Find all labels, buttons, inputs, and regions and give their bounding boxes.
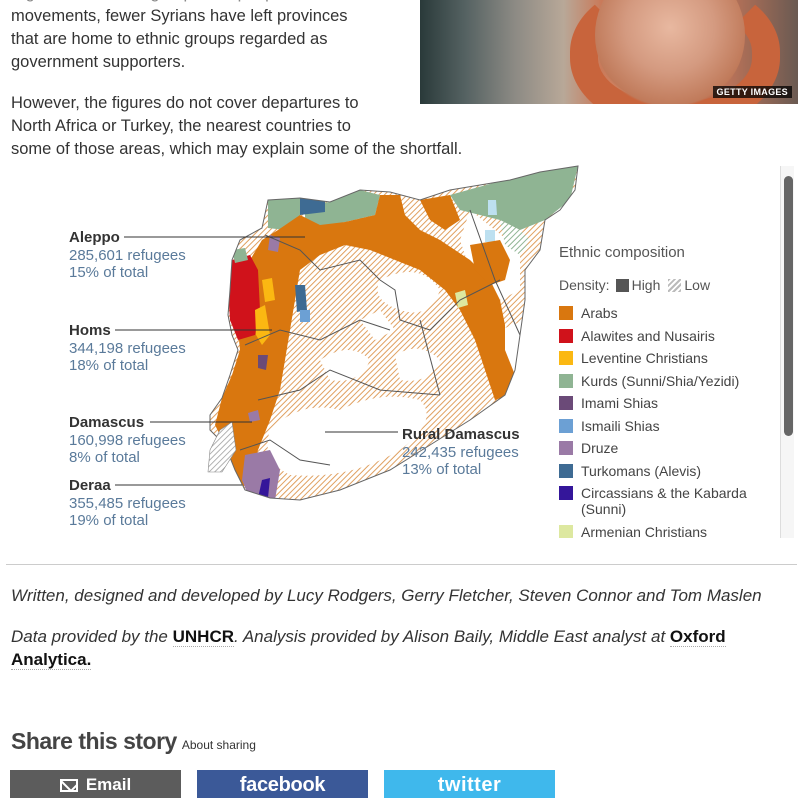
share-twitter-label: twitter [437, 773, 502, 796]
density-low-swatch [668, 278, 682, 292]
legend-title: Ethnic composition [559, 244, 685, 261]
credits-data-prefix: Data provided by the [11, 627, 173, 646]
share-facebook-button[interactable]: facebook [197, 770, 368, 798]
legend-swatch [559, 373, 573, 388]
article-line: some of those areas, which may explain s… [11, 140, 463, 158]
callout-share: 19% of total [69, 512, 149, 529]
callout-name: Homs [69, 322, 111, 339]
photo-credit: GETTY IMAGES [712, 86, 792, 98]
credits: Written, designed and developed by Lucy … [11, 584, 791, 689]
legend-swatch [559, 524, 573, 538]
map-ismaili-homs [300, 310, 310, 322]
callout-refugees: 285,601 refugees [69, 246, 186, 264]
callout-share: 18% of total [69, 357, 149, 374]
callout-aleppo: Aleppo 285,601 refugees 15% of total [69, 229, 186, 282]
share-header: Share this story About sharing [11, 728, 256, 755]
callout-name: Deraa [69, 477, 111, 494]
credits-authors: Written, designed and developed by Lucy … [11, 586, 762, 605]
legend-label: Alawites and Nusairis [581, 327, 715, 344]
divider [6, 564, 797, 565]
legend-swatch [559, 351, 573, 365]
credits-analysis-text: . Analysis provided by Alison Baily, Mid… [234, 627, 670, 646]
density-label: Density: [559, 277, 610, 293]
article-line: regions and ethnic groups and people's [11, 0, 411, 5]
credits-data: Data provided by the UNHCR. Analysis pro… [11, 625, 791, 671]
scrollbar-thumb[interactable] [784, 176, 793, 436]
callout-refugees: 355,485 refugees [69, 494, 186, 512]
callout-share: 13% of total [402, 461, 482, 478]
callout-refugees: 160,998 refugees [69, 431, 186, 449]
callout-refugees: 344,198 refugees [69, 339, 186, 357]
share-twitter-button[interactable]: twitter [384, 770, 555, 798]
map-scrollbar[interactable] [780, 166, 794, 538]
legend-label: Circassians & the Kabarda (Sunni) [581, 485, 747, 517]
envelope-icon [59, 778, 78, 792]
legend-item: Turkomans (Alevis) [559, 463, 769, 479]
legend-item: Kurds (Sunni/Shia/Yezidi) [559, 373, 769, 389]
callout-name: Rural Damascus [402, 426, 520, 443]
legend-label: Leventine Christians [581, 350, 708, 366]
legend-item: Imami Shias [559, 395, 769, 411]
legend-item: Ismaili Shias [559, 418, 769, 434]
callout-homs: Homs 344,198 refugees 18% of total [69, 322, 186, 375]
density-high-swatch [615, 278, 629, 292]
legend-swatch [559, 418, 573, 433]
density-low-label: Low [684, 277, 711, 293]
article-paragraph: regions and ethnic groups and people's m… [11, 0, 411, 74]
article-line: North Africa or Turkey, the nearest coun… [11, 117, 351, 135]
density-key: Density: High Low [559, 277, 769, 293]
ethnic-map-panel: Aleppo 285,601 refugees 15% of total Hom… [0, 160, 798, 538]
share-facebook-label: facebook [239, 773, 326, 796]
legend-label: Ismaili Shias [581, 417, 660, 434]
callout-damascus: Damascus 160,998 refugees 8% of total [69, 414, 186, 467]
article-photo: GETTY IMAGES [420, 0, 798, 104]
callout-share: 15% of total [69, 264, 149, 281]
article-line: that are home to ethnic groups regarded … [11, 30, 328, 48]
callout-share: 8% of total [69, 449, 140, 466]
legend-label: Turkomans (Alevis) [581, 462, 702, 479]
share-email-button[interactable]: Email [10, 770, 181, 798]
map-ismaili-patch [485, 230, 495, 242]
article-line: government supporters. [11, 53, 186, 71]
map-regions [210, 166, 578, 500]
legend-item: Circassians & the Kabarda (Sunni) [559, 485, 769, 517]
callout-rural-damascus: Rural Damascus 242,435 refugees 13% of t… [402, 426, 520, 479]
map-legend: Ethnic composition Density: High Low Ara… [559, 244, 769, 538]
share-title: Share this story [11, 728, 177, 754]
callout-deraa: Deraa 355,485 refugees 19% of total [69, 477, 186, 530]
legend-label: Armenian Christians [581, 523, 708, 539]
legend-item: Armenian Christians [559, 523, 769, 539]
legend-swatch [559, 463, 573, 478]
density-high-label: High [631, 277, 661, 293]
legend-swatch [559, 441, 573, 455]
article-line: movements, fewer Syrians have left provi… [11, 7, 348, 25]
legend-label: Imami Shias [581, 395, 659, 411]
legend-item: Alawites and Nusairis [559, 328, 769, 344]
legend-label: Druze [581, 440, 619, 456]
share-email-label: Email [85, 775, 132, 794]
callout-name: Aleppo [69, 229, 120, 246]
legend-label: Kurds (Sunni/Shia/Yezidi) [581, 372, 740, 389]
callout-refugees: 242,435 refugees [402, 443, 519, 461]
legend-item: Druze [559, 440, 769, 456]
map-ismaili-patch [488, 200, 497, 215]
unhcr-link[interactable]: UNHCR [172, 627, 234, 647]
legend-item: Leventine Christians [559, 350, 769, 366]
map-turkomans-homs [295, 285, 307, 312]
about-sharing-link[interactable]: About sharing [182, 738, 256, 752]
legend-list: Arabs Alawites and Nusairis Leventine Chri… [559, 305, 769, 538]
legend-swatch [559, 328, 573, 343]
legend-swatch [559, 486, 573, 500]
legend-label: Arabs [581, 305, 618, 321]
legend-swatch [559, 306, 573, 320]
legend-item: Arabs [559, 305, 769, 321]
legend-swatch [559, 396, 573, 410]
callout-name: Damascus [69, 414, 145, 431]
